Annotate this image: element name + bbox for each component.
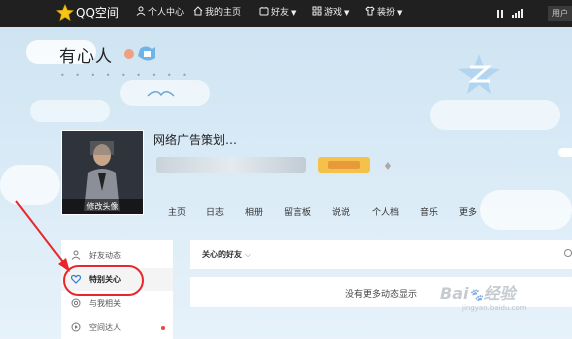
nav-friends[interactable]: 好友 ▼ <box>259 0 296 27</box>
search-icon[interactable] <box>564 249 572 257</box>
annotation-highlight-ring <box>63 265 144 296</box>
cloud-decoration <box>0 165 60 205</box>
space-title: 有心人 <box>59 47 113 67</box>
at-icon <box>71 298 81 308</box>
feed-filter-label: 关心的好友 <box>202 250 242 259</box>
diamond-icon[interactable]: ♦ <box>383 160 393 173</box>
sidebar-item-friend-feed[interactable]: 好友动态 <box>61 244 173 267</box>
tab-more[interactable]: 更多 <box>459 205 477 218</box>
watermark-url: jingyan.baidu.com <box>462 304 527 312</box>
side-toggle[interactable] <box>558 148 572 157</box>
level-badge[interactable] <box>318 157 370 173</box>
nav-games-label: 游戏 <box>324 8 343 18</box>
sidebar-item-label: 好友动态 <box>89 251 121 260</box>
tab-guestbook[interactable]: 留言板 <box>284 205 311 218</box>
nav-dressup[interactable]: 装扮 ▼ <box>365 0 402 27</box>
cloud-decoration <box>480 190 572 230</box>
nav-dressup-label: 装扮 <box>377 8 396 18</box>
sidebar-item-space-expert[interactable]: 空间达人 <box>61 316 173 339</box>
user-menu-button[interactable]: 用户 <box>548 6 572 21</box>
person-icon <box>136 6 146 16</box>
nav-personal-center[interactable]: 个人中心 <box>136 0 184 27</box>
tab-blog[interactable]: 日志 <box>206 205 224 218</box>
nav-my-home[interactable]: 我的主页 <box>193 0 241 27</box>
logo-text[interactable]: QQ空间 <box>76 0 119 27</box>
play-icon <box>71 322 81 332</box>
star-logo-icon[interactable] <box>56 4 74 22</box>
grid-icon <box>312 6 322 16</box>
tab-album[interactable]: 相册 <box>245 205 263 218</box>
signal-icon <box>512 9 523 18</box>
friends-icon <box>259 7 269 16</box>
notification-dot <box>161 326 165 330</box>
z-logo-icon <box>458 54 500 94</box>
vip-badge-icon[interactable] <box>122 45 166 63</box>
nav-friends-label: 好友 <box>271 8 290 18</box>
tab-home[interactable]: 主页 <box>168 205 186 218</box>
chevron-down-icon: ⌵ <box>245 250 252 259</box>
feed-filter-bar: 关心的好友 ⌵ <box>190 240 572 269</box>
nav-my-home-label: 我的主页 <box>205 8 242 18</box>
profile-name[interactable]: 网络广告策划… <box>153 131 237 148</box>
shirt-icon <box>365 6 375 16</box>
person-outline-icon <box>71 250 81 260</box>
avatar[interactable]: 修改头像 <box>61 130 144 215</box>
blurred-info-bar <box>156 157 306 173</box>
home-icon <box>193 6 203 16</box>
pause-icon[interactable] <box>496 10 504 18</box>
dot-divider: • • • • • • • • • <box>60 71 191 80</box>
chevron-down-icon: ▼ <box>344 9 350 17</box>
nav-personal-center-label: 个人中心 <box>148 8 185 18</box>
cloud-decoration <box>30 100 110 122</box>
tab-profile[interactable]: 个人档 <box>372 205 399 218</box>
chevron-down-icon: ▼ <box>291 9 297 17</box>
watermark-logo: Bai🐾经验 <box>440 284 516 303</box>
tab-status[interactable]: 说说 <box>332 205 350 218</box>
top-navigation-bar: QQ空间 个人中心 我的主页 好友 ▼ 游戏 ▼ 装扮 ▼ 用户 <box>0 0 572 27</box>
edit-avatar-caption[interactable]: 修改头像 <box>62 199 143 214</box>
feed-filter-dropdown[interactable]: 关心的好友 ⌵ <box>202 249 251 260</box>
cloud-decoration <box>430 100 560 130</box>
sidebar-item-label: 空间达人 <box>89 323 121 332</box>
tab-music[interactable]: 音乐 <box>420 205 438 218</box>
bird-icon <box>147 91 175 97</box>
chevron-down-icon: ▼ <box>397 9 403 17</box>
nav-games[interactable]: 游戏 ▼ <box>312 0 349 27</box>
